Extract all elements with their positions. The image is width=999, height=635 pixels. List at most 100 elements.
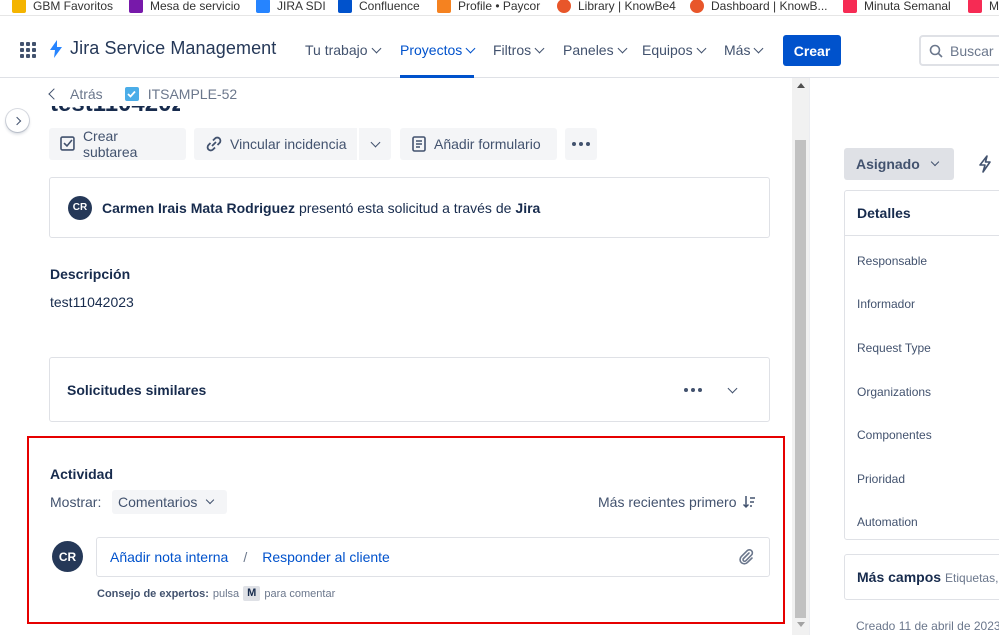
more-icon[interactable] (684, 388, 702, 392)
field-label: Organizations (857, 385, 932, 399)
description-label: Descripción (50, 266, 131, 282)
bookmark-mesa-de-servicio[interactable]: Mesa de servicio (129, 0, 240, 15)
similar-requests-panel[interactable]: Solicitudes similares (49, 357, 770, 422)
chevron-down-icon (534, 43, 545, 53)
bookmarks-bar: GBM Favoritos Mesa de servicio JIRA SDI … (0, 0, 999, 16)
sort-order-button[interactable]: Más recientes primero (598, 494, 756, 510)
knowbe4-icon (557, 0, 571, 13)
paycor-icon (437, 0, 451, 13)
jira-icon (256, 0, 270, 13)
bookmark-m[interactable]: M (968, 0, 999, 15)
nav-tu-trabajo[interactable]: Tu trabajo (305, 42, 381, 58)
add-form-button[interactable]: Añadir formulario (400, 128, 557, 160)
issue-key-link[interactable]: ITSAMPLE-52 (148, 86, 237, 102)
confluence-icon (338, 0, 352, 13)
activity-filter-select[interactable]: Comentarios (112, 490, 228, 514)
field-label: Informador (857, 297, 916, 311)
folder-icon (12, 0, 26, 13)
expand-sidebar-button[interactable] (6, 109, 29, 132)
comment-editor[interactable]: Añadir nota interna / Responder al clien… (96, 537, 770, 577)
top-navigation: Jira Service Management Tu trabajo Proye… (0, 16, 999, 78)
chevron-down-icon (696, 43, 707, 53)
search-icon (929, 44, 943, 58)
submitter-channel: Jira (515, 199, 541, 216)
field-label: Request Type (857, 341, 931, 355)
keyboard-key: M (243, 586, 261, 601)
main-scrollbar[interactable] (792, 78, 809, 635)
details-panel: Detalles Responsable Informador Request … (844, 190, 999, 540)
field-label: Automation (857, 515, 918, 529)
issue-title: test11042023 (50, 106, 180, 120)
create-button[interactable]: Crear (783, 35, 841, 66)
avatar: CR (68, 195, 92, 220)
create-subtask-button[interactable]: Crear subtarea (49, 128, 186, 160)
field-label: Componentes (857, 428, 932, 442)
back-link[interactable]: Atrás (70, 86, 103, 102)
nav-filtros[interactable]: Filtros (493, 42, 545, 58)
chevron-down-icon (370, 137, 380, 147)
scroll-up-arrow-icon[interactable] (797, 83, 805, 88)
automation-bolt-icon[interactable] (977, 155, 993, 173)
link-issue-button[interactable]: Vincular incidencia (194, 128, 357, 160)
more-icon (572, 142, 590, 146)
breadcrumb: Atrás ITSAMPLE-52 (47, 86, 237, 102)
link-icon (206, 136, 222, 152)
knowbe4-icon (690, 0, 704, 13)
more-fields-panel[interactable]: Más camposEtiquetas, R (844, 554, 999, 600)
reply-customer-link[interactable]: Responder al cliente (262, 549, 390, 565)
similar-requests-label: Solicitudes similares (67, 382, 207, 398)
bookmark-knowbe4-library[interactable]: Library | KnowBe4 (557, 0, 676, 15)
product-name: Jira Service Management (70, 38, 277, 58)
add-internal-note-link[interactable]: Añadir nota interna (110, 549, 228, 565)
submitter-text: presentó esta solicitud a través de (298, 199, 512, 216)
description-text[interactable]: test11042023 (50, 294, 134, 310)
activity-title: Actividad (50, 466, 114, 482)
chevron-down-icon (206, 495, 215, 505)
field-label: Prioridad (857, 472, 906, 486)
bookmark-paycor[interactable]: Profile • Paycor (437, 0, 540, 15)
nav-paneles[interactable]: Paneles (563, 42, 628, 58)
bookmark-confluence[interactable]: Confluence (338, 0, 420, 15)
form-icon (412, 136, 426, 152)
details-title[interactable]: Detalles (845, 191, 999, 236)
bookmark-gbm-favoritos[interactable]: GBM Favoritos (12, 0, 113, 15)
attachment-icon[interactable] (737, 548, 755, 566)
search-placeholder: Buscar (950, 42, 994, 59)
more-actions-button[interactable] (565, 128, 597, 160)
onenote-icon (129, 0, 143, 13)
search-input[interactable]: Buscar (919, 35, 999, 66)
chevron-right-icon (12, 116, 21, 125)
scroll-thumb[interactable] (795, 140, 806, 618)
task-type-icon (124, 87, 139, 101)
scroll-down-arrow-icon[interactable] (797, 622, 805, 627)
chevron-down-icon (371, 43, 381, 53)
app-switcher-icon[interactable] (20, 42, 36, 58)
chevron-down-icon (754, 43, 764, 53)
chevron-down-icon[interactable] (727, 383, 738, 394)
chevron-down-icon (617, 43, 628, 53)
pro-tip: Consejo de expertos: pulsa M para coment… (97, 586, 336, 601)
link-issue-dropdown[interactable] (359, 128, 391, 160)
bookmark-minuta-semanal[interactable]: Minuta Semanal (843, 0, 951, 15)
nav-proyectos[interactable]: Proyectos (400, 42, 476, 78)
subtask-icon (60, 136, 75, 151)
separator: / (243, 549, 248, 565)
request-submitter-panel: CR Carmen Irais Mata Rodriguez presentó … (49, 177, 770, 238)
field-label: Responsable (857, 254, 928, 268)
bookmark-jira-sdi[interactable]: JIRA SDI (256, 0, 326, 15)
nav-mas[interactable]: Más (724, 42, 764, 58)
created-date: Creado 11 de abril de 2023, (856, 619, 999, 633)
show-label: Mostrar: (50, 494, 102, 510)
monday-icon (968, 0, 982, 13)
avatar: CR (52, 541, 83, 572)
status-dropdown[interactable]: Asignado (844, 148, 954, 180)
jira-bolt-icon (50, 39, 62, 58)
product-logo[interactable]: Jira Service Management (48, 38, 276, 59)
nav-equipos[interactable]: Equipos (642, 42, 707, 58)
chevron-left-icon[interactable] (48, 88, 60, 100)
bookmark-knowbe4-dashboard[interactable]: Dashboard | KnowB... (690, 0, 828, 15)
sort-icon (742, 496, 755, 509)
chevron-down-icon (930, 157, 940, 167)
monday-icon (843, 0, 857, 13)
submitter-name[interactable]: Carmen Irais Mata Rodriguez (102, 200, 295, 216)
